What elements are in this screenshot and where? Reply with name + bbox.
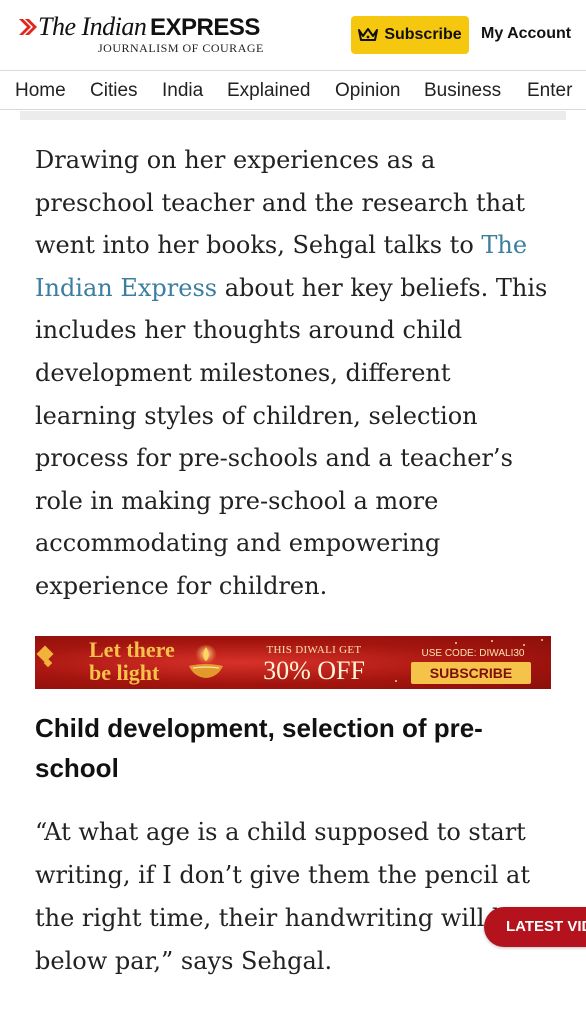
logo-express: EXPRESS bbox=[150, 14, 260, 41]
site-header: The Indian EXPRESS JOURNALISM OF COURAGE… bbox=[0, 0, 586, 70]
subscribe-button[interactable]: Subscribe bbox=[351, 16, 469, 54]
sparkle-icon bbox=[523, 644, 525, 646]
nav-item-opinion[interactable]: Opinion bbox=[335, 80, 401, 102]
nav-item-entertainment[interactable]: Enter bbox=[527, 80, 572, 102]
banner-subscribe-now-button[interactable]: SUBSCRIBE NOW bbox=[411, 662, 531, 689]
sparkle-icon bbox=[491, 640, 493, 642]
banner-promo-code: USE CODE: DIWALI30 bbox=[421, 648, 525, 659]
crown-icon bbox=[358, 28, 379, 41]
diwali-promo-banner[interactable]: Let there be light THIS DIWALI GET 30% O… bbox=[35, 636, 551, 689]
banner-headline-line1: Let there bbox=[89, 637, 175, 662]
latest-videos-button[interactable]: LATEST VIDEOS bbox=[484, 907, 586, 947]
sparkle-icon bbox=[395, 680, 397, 682]
logo-tagline: JOURNALISM OF COURAGE bbox=[98, 41, 264, 55]
article-paragraph: Drawing on her experiences as a preschoo… bbox=[35, 139, 555, 608]
banner-offer-discount: 30% OFF bbox=[263, 656, 365, 685]
nav-item-explained[interactable]: Explained bbox=[227, 80, 310, 102]
sparkle-icon bbox=[455, 642, 457, 644]
express-flame-icon bbox=[19, 19, 37, 35]
my-account-link[interactable]: My Account bbox=[481, 25, 571, 43]
banner-offer-intro: THIS DIWALI GET bbox=[266, 644, 362, 656]
site-logo[interactable]: The Indian EXPRESS JOURNALISM OF COURAGE bbox=[14, 12, 264, 58]
diya-lamp-icon bbox=[189, 645, 223, 678]
logo-the-indian: The Indian bbox=[38, 12, 147, 41]
subscribe-label: Subscribe bbox=[384, 26, 462, 43]
banner-headline-line2: be light bbox=[89, 660, 160, 685]
paragraph-text-start: Drawing on her experiences as a preschoo… bbox=[35, 146, 526, 260]
quote-paragraph: “At what age is a child supposed to star… bbox=[35, 818, 531, 975]
nav-item-home[interactable]: Home bbox=[15, 80, 66, 102]
paragraph-text-end: about her key beliefs. This includes her… bbox=[35, 273, 548, 600]
main-nav: Home Cities India Explained Opinion Busi… bbox=[0, 70, 586, 110]
sparkle-icon bbox=[541, 639, 543, 641]
ad-placeholder-strip bbox=[20, 111, 566, 120]
section-heading: Child development, selection of pre-scho… bbox=[35, 713, 483, 783]
nav-item-cities[interactable]: Cities bbox=[90, 80, 138, 102]
nav-item-business[interactable]: Business bbox=[424, 80, 501, 102]
nav-item-india[interactable]: India bbox=[162, 80, 203, 102]
